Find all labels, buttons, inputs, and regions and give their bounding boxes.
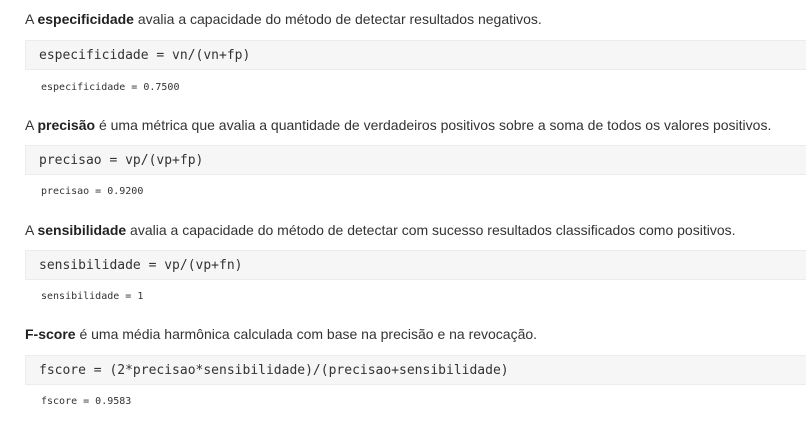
output-sensibilidade: sensibilidade = 1 <box>41 291 144 302</box>
paragraph-especificidade: A especificidade avalia a capacidade do … <box>25 10 542 28</box>
term-fscore: F-score <box>25 326 76 342</box>
paragraph-prefix: A <box>25 117 38 133</box>
code-block-sensibilidade[interactable]: sensibilidade = vp/(vp+fn) <box>25 250 806 280</box>
paragraph-text: avalia a capacidade do método de detecta… <box>126 222 736 238</box>
code-line: fscore = (2*precisao*sensibilidade)/(pre… <box>39 363 509 378</box>
output-precisao: precisao = 0.9200 <box>41 186 144 197</box>
code-block-especificidade[interactable]: especificidade = vn/(vn+fp) <box>25 40 806 70</box>
term-sensibilidade: sensibilidade <box>37 222 127 238</box>
term-precisao: precisão <box>37 117 96 133</box>
code-line: sensibilidade = vp/(vp+fn) <box>39 258 243 273</box>
paragraph-text: é uma média harmônica calculada com base… <box>75 326 538 342</box>
code-line: precisao = vp/(vp+fp) <box>39 153 204 168</box>
output-especificidade: especificidade = 0.7500 <box>41 82 180 93</box>
code-block-precisao[interactable]: precisao = vp/(vp+fp) <box>25 145 806 175</box>
code-line: especificidade = vn/(vn+fp) <box>39 48 251 63</box>
paragraph-sensibilidade: A sensibilidade avalia a capacidade do m… <box>25 221 736 239</box>
paragraph-fscore: F-score é uma média harmônica calculada … <box>25 325 537 343</box>
paragraph-prefix: A <box>25 222 38 238</box>
output-fscore: fscore = 0.9583 <box>41 396 132 407</box>
paragraph-text: é uma métrica que avalia a quantidade de… <box>95 117 772 133</box>
paragraph-text: avalia a capacidade do método de detecta… <box>133 11 542 27</box>
paragraph-prefix: A <box>25 11 38 27</box>
code-block-fscore[interactable]: fscore = (2*precisao*sensibilidade)/(pre… <box>25 355 806 385</box>
term-especificidade: especificidade <box>37 11 134 27</box>
paragraph-precisao: A precisão é uma métrica que avalia a qu… <box>25 116 771 134</box>
